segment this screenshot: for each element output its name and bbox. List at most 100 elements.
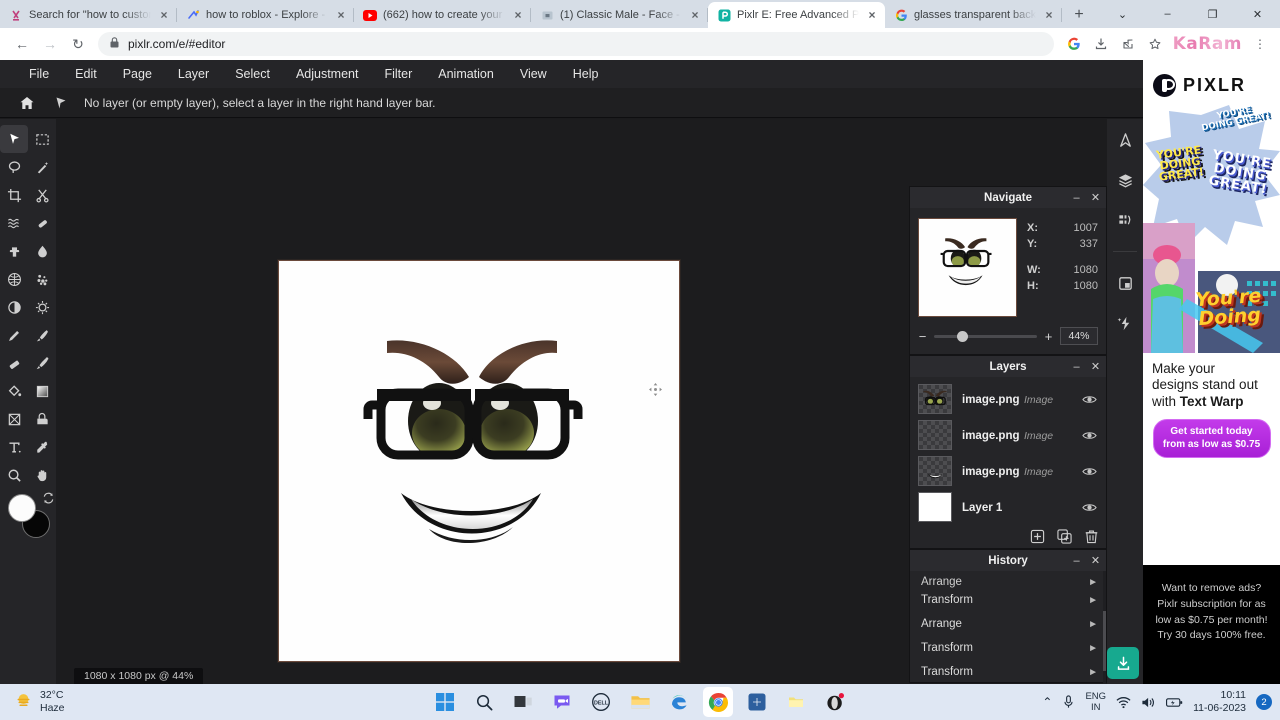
blur-drop-icon[interactable] xyxy=(28,237,56,265)
fill-bucket-icon[interactable] xyxy=(0,377,28,405)
close-icon[interactable]: × xyxy=(688,8,702,22)
ad-cta-button[interactable]: Get started today from as low as $0.75 xyxy=(1152,419,1271,459)
menu-edit[interactable]: Edit xyxy=(62,60,110,88)
replace-color-icon[interactable] xyxy=(0,405,28,433)
browser-tab[interactable]: glasses transparent backgro × xyxy=(885,2,1062,28)
file-explorer-icon[interactable] xyxy=(625,687,655,717)
minimize-icon[interactable]: – xyxy=(1071,192,1082,204)
lasso-select-icon[interactable] xyxy=(0,153,28,181)
battery-icon[interactable] xyxy=(1166,697,1183,708)
weather-widget[interactable]: 32°C Haze xyxy=(0,689,65,715)
browser-tab[interactable]: (662) how to create your Ow × xyxy=(354,2,531,28)
history-item[interactable]: Transform ► xyxy=(910,636,1106,660)
close-icon[interactable]: ✕ xyxy=(1090,360,1101,373)
browser-tab[interactable]: how to roblox - Explore - G × xyxy=(177,2,354,28)
liquify-icon[interactable] xyxy=(0,209,28,237)
hand-pan-icon[interactable] xyxy=(28,461,56,489)
close-icon[interactable]: × xyxy=(1042,8,1056,22)
edge-icon[interactable] xyxy=(664,687,694,717)
search-icon[interactable] xyxy=(469,687,499,717)
history-scrollbar[interactable] xyxy=(1103,571,1106,684)
maximize-button[interactable]: ❐ xyxy=(1190,0,1235,28)
history-list[interactable]: Arrange ► Transform ► Arrange ► Transfor… xyxy=(910,571,1106,684)
effects-bolt-icon[interactable] xyxy=(1112,310,1138,336)
clock[interactable]: 10:11 11-06-2023 xyxy=(1193,689,1246,715)
close-icon[interactable]: × xyxy=(334,8,348,22)
pen-icon[interactable] xyxy=(0,321,28,349)
arrange-move-icon[interactable] xyxy=(0,125,28,153)
menu-page[interactable]: Page xyxy=(110,60,165,88)
tray-expand-chevron-icon[interactable]: ⌃ xyxy=(1042,695,1052,709)
browser-tab[interactable]: (1) Classic Male - Face - Rob × xyxy=(531,2,708,28)
language-indicator[interactable]: ENG IN xyxy=(1085,691,1106,714)
profile-name[interactable]: KaRam xyxy=(1167,34,1248,54)
contrast-icon[interactable] xyxy=(0,293,28,321)
layers-stack-icon[interactable] xyxy=(1112,167,1138,193)
history-item[interactable]: Arrange ► xyxy=(910,612,1106,636)
eyedropper-icon[interactable] xyxy=(28,433,56,461)
magic-wand-icon[interactable] xyxy=(28,153,56,181)
menu-help[interactable]: Help xyxy=(560,60,612,88)
detail-mesh-icon[interactable] xyxy=(0,265,28,293)
close-icon[interactable]: ✕ xyxy=(1090,191,1101,204)
menu-animation[interactable]: Animation xyxy=(425,60,507,88)
navigator-icon[interactable] xyxy=(1112,127,1138,153)
minimize-icon[interactable]: – xyxy=(1071,361,1082,373)
canvas-document[interactable] xyxy=(278,260,680,662)
microphone-icon[interactable] xyxy=(1062,695,1075,709)
menu-select[interactable]: Select xyxy=(222,60,283,88)
navigate-thumbnail[interactable] xyxy=(918,218,1017,317)
history-icon[interactable] xyxy=(1112,207,1138,233)
navigate-panel-header[interactable]: Navigate – ✕ xyxy=(910,187,1106,208)
brush-icon[interactable] xyxy=(28,321,56,349)
notification-badge[interactable]: 2 xyxy=(1256,694,1272,710)
ad-creative[interactable]: PIXLR YOU'RE DOING GREAT! YOU'RE DOING G… xyxy=(1143,60,1280,565)
foreground-color-swatch[interactable] xyxy=(8,494,36,522)
menu-adjustment[interactable]: Adjustment xyxy=(283,60,372,88)
folder-yellow-icon[interactable] xyxy=(781,687,811,717)
zoom-out-button[interactable]: − xyxy=(918,329,927,344)
address-bar[interactable]: pixlr.com/e/#editor xyxy=(98,32,1054,56)
close-icon[interactable]: × xyxy=(511,8,525,22)
menu-view[interactable]: View xyxy=(507,60,560,88)
menu-filter[interactable]: Filter xyxy=(371,60,425,88)
menu-layer[interactable]: Layer xyxy=(165,60,222,88)
history-item[interactable]: Arrange ► xyxy=(910,571,1106,588)
marquee-select-icon[interactable] xyxy=(28,125,56,153)
delete-layer-icon[interactable] xyxy=(1083,528,1100,545)
install-icon[interactable] xyxy=(1089,32,1113,56)
layer-row[interactable]: image.png Image xyxy=(910,453,1106,489)
gradient-icon[interactable] xyxy=(28,377,56,405)
cutout-scissors-icon[interactable] xyxy=(28,181,56,209)
zoom-slider[interactable] xyxy=(934,330,1037,342)
chrome-menu-icon[interactable]: ⋮ xyxy=(1248,32,1272,56)
close-icon[interactable]: × xyxy=(865,8,879,22)
duplicate-layer-icon[interactable] xyxy=(1056,528,1073,545)
swap-colors-icon[interactable] xyxy=(42,492,55,508)
task-view-icon[interactable] xyxy=(508,687,538,717)
text-icon[interactable] xyxy=(0,433,28,461)
shape-icon[interactable] xyxy=(28,405,56,433)
wifi-icon[interactable] xyxy=(1116,696,1131,709)
google-lens-icon[interactable] xyxy=(1062,32,1086,56)
history-scrollbar-thumb[interactable] xyxy=(1103,611,1106,671)
teams-chat-icon[interactable] xyxy=(547,687,577,717)
bookmark-star-icon[interactable] xyxy=(1143,32,1167,56)
zoom-in-button[interactable]: + xyxy=(1044,329,1053,344)
tab-search-chevron-icon[interactable]: ⌄ xyxy=(1100,0,1145,28)
ad-panel[interactable]: PIXLR YOU'RE DOING GREAT! YOU'RE DOING G… xyxy=(1143,60,1280,684)
dell-icon[interactable]: DELL xyxy=(586,687,616,717)
crop-icon[interactable] xyxy=(0,181,28,209)
temperature-icon[interactable] xyxy=(28,293,56,321)
windows-start-icon[interactable] xyxy=(430,687,460,717)
layer-row[interactable]: image.png Image xyxy=(910,381,1106,417)
layer-row[interactable]: Layer 1 xyxy=(910,489,1106,525)
close-window-button[interactable]: ✕ xyxy=(1235,0,1280,28)
minimize-icon[interactable]: – xyxy=(1071,555,1082,567)
history-item[interactable]: Transform ► xyxy=(910,660,1106,684)
forward-icon[interactable]: → xyxy=(36,30,64,58)
zoom-slider-handle[interactable] xyxy=(956,330,968,342)
layers-panel-header[interactable]: Layers – ✕ xyxy=(910,356,1106,377)
zoom-icon[interactable] xyxy=(0,461,28,489)
share-icon[interactable] xyxy=(1116,32,1140,56)
